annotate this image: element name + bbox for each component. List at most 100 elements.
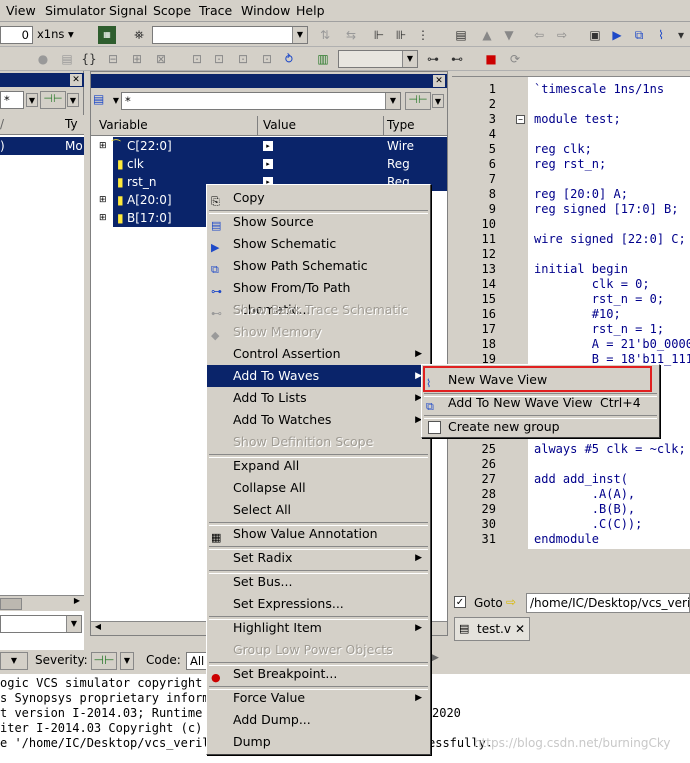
forward-icon[interactable]: ⇨: [553, 26, 571, 44]
menu-item-expand-all[interactable]: Expand All: [207, 455, 430, 477]
tab-test-v[interactable]: ▤ test.v ✕: [454, 617, 530, 641]
close-icon[interactable]: ✕: [70, 74, 82, 86]
chevron-down-icon[interactable]: ▼: [26, 93, 38, 107]
trace-icon[interactable]: ⋮: [414, 26, 432, 44]
variable-filter-input[interactable]: * ▼: [121, 92, 401, 110]
horizontal-scrollbar[interactable]: ▶: [0, 595, 84, 611]
col-variable[interactable]: Variable: [99, 118, 148, 132]
run-icon[interactable]: ▤: [58, 50, 76, 68]
remove-signal-icon[interactable]: ⊷: [448, 50, 466, 68]
menu-signal[interactable]: Signal: [109, 3, 147, 18]
menu-item-dump[interactable]: Dump: [207, 731, 430, 753]
next4-icon[interactable]: ⊡: [258, 50, 276, 68]
step-back-icon[interactable]: ⇆: [342, 26, 360, 44]
table-row[interactable]: ⊞ ▮ B[17:0]: [99, 209, 209, 227]
stop-icon[interactable]: ●: [34, 50, 52, 68]
table-row[interactable]: ⊞ ⏜ C[22:0] ▸ Wire: [99, 137, 447, 155]
chevron-left-icon[interactable]: ◀: [91, 622, 105, 635]
menu-item-set-radix[interactable]: Set Radix ▶: [207, 547, 430, 569]
scope-icon[interactable]: ▦: [98, 26, 116, 44]
menu-item-collapse-all[interactable]: Collapse All: [207, 477, 430, 499]
menu-item-copy[interactable]: ⎘ Copy: [207, 187, 430, 209]
step-out-icon[interactable]: ⊠: [152, 50, 170, 68]
filter-type-icon[interactable]: ⊣⊢: [40, 91, 66, 109]
menu-item-force-value[interactable]: Force Value ▶: [207, 687, 430, 709]
menu-item-add-dump[interactable]: Add Dump...: [207, 709, 430, 731]
chevron-down-icon[interactable]: ▼: [111, 94, 121, 108]
submenu-item-add-to-new-wave-view[interactable]: ⧉ Add To New Wave View Ctrl+4: [422, 392, 659, 414]
time-value-field[interactable]: 0: [0, 26, 33, 44]
add-signal-icon[interactable]: ⊶: [424, 50, 442, 68]
menu-scope[interactable]: Scope: [153, 3, 191, 18]
step-icon[interactable]: ⇅: [316, 26, 334, 44]
severity-filter-icon[interactable]: ⊣⊢: [91, 652, 117, 670]
down-icon[interactable]: ▼: [500, 26, 518, 44]
time-unit-select[interactable]: x1ns ▾: [34, 26, 80, 44]
menu-item-show-path-schematic[interactable]: ⧉ Show Path Schematic: [207, 255, 430, 277]
menu-view[interactable]: View: [6, 3, 36, 18]
chevron-down-icon[interactable]: ▼: [120, 652, 134, 670]
menu-item-set-bus[interactable]: Set Bus...: [207, 571, 430, 593]
search-combo[interactable]: ▼: [152, 26, 308, 44]
menu-simulator[interactable]: Simulator: [45, 3, 105, 18]
col-value[interactable]: Value: [263, 118, 296, 132]
next3-icon[interactable]: ⊡: [234, 50, 252, 68]
filter-type-icon[interactable]: ⊣⊢: [405, 92, 431, 110]
menu-item-set-expressions[interactable]: Set Expressions...: [207, 593, 430, 615]
tree-row-test[interactable]: ) Mo: [0, 137, 84, 155]
chevron-down-icon[interactable]: ▼: [432, 94, 444, 108]
instance-combo[interactable]: ▼: [338, 50, 418, 68]
menu-item-show-source[interactable]: ▤ Show Source: [207, 211, 430, 233]
table-row[interactable]: ⊞ ▮ A[20:0]: [99, 191, 209, 209]
menu-item-set-breakpoint[interactable]: ● Set Breakpoint...: [207, 663, 430, 685]
chevron-right-icon[interactable]: ▶: [70, 596, 84, 611]
driver-icon[interactable]: ⊩: [370, 26, 388, 44]
menu-item-add-to-lists[interactable]: Add To Lists ▶: [207, 387, 430, 409]
hierarchy-bottom-combo[interactable]: ▼: [0, 615, 82, 633]
up-icon[interactable]: ▲: [478, 26, 496, 44]
wave-view-icon[interactable]: ⌇: [652, 26, 670, 44]
path-view-icon[interactable]: ⧉: [630, 26, 648, 44]
more-icon[interactable]: ▾: [672, 26, 690, 44]
binoculars-icon[interactable]: ⛯: [130, 26, 148, 44]
table-row[interactable]: ▮ clk ▸ Reg: [113, 155, 447, 173]
close-icon[interactable]: ✕: [515, 622, 525, 636]
hierarchy-filter[interactable]: *: [0, 91, 24, 109]
brace-icon[interactable]: {}: [80, 50, 98, 68]
menu-window[interactable]: Window: [241, 3, 290, 18]
code-filter[interactable]: All: [186, 652, 208, 670]
menu-item-highlight-item[interactable]: Highlight Item ▶: [207, 617, 430, 639]
chevron-right-icon[interactable]: ▶: [432, 653, 442, 669]
arrow-right-icon[interactable]: ⇨: [506, 595, 516, 609]
goto-checkbox[interactable]: ✓: [454, 596, 466, 608]
menu-help[interactable]: Help: [296, 3, 325, 18]
menu-trace[interactable]: Trace: [199, 3, 232, 18]
group-checkbox[interactable]: [428, 421, 441, 434]
menu-item-show-value-annotation[interactable]: ▦ Show Value Annotation: [207, 523, 430, 545]
step-over-icon[interactable]: ⊞: [128, 50, 146, 68]
col-type[interactable]: Type: [387, 118, 415, 132]
next2-icon[interactable]: ⊡: [210, 50, 228, 68]
schematic-view-icon[interactable]: ▶: [608, 26, 626, 44]
back-icon[interactable]: ⇦: [530, 26, 548, 44]
fold-icon[interactable]: −: [516, 115, 525, 124]
source-code-view[interactable]: `timescale 1ns/1ns module test; reg clk;…: [528, 77, 690, 549]
list-icon[interactable]: ▤: [452, 26, 470, 44]
menu-item-show-from-to-path[interactable]: ⊶ Show From/To Path Schematic...: [207, 277, 430, 317]
refresh-icon[interactable]: ⟳: [506, 50, 524, 68]
goto-label[interactable]: Goto: [474, 596, 503, 610]
submenu-item-create-new-group[interactable]: Create new group: [422, 416, 659, 438]
variable-list-icon[interactable]: ▤: [93, 92, 111, 110]
close-icon[interactable]: ✕: [433, 75, 445, 87]
menu-item-show-schematic[interactable]: ▶ Show Schematic: [207, 233, 430, 255]
next-icon[interactable]: ⊡: [188, 50, 206, 68]
load-icon[interactable]: ⊪: [392, 26, 410, 44]
source-path-field[interactable]: /home/IC/Desktop/vcs_verilo: [526, 593, 690, 613]
menu-item-select-all[interactable]: Select All: [207, 499, 430, 521]
menu-item-add-to-waves[interactable]: Add To Waves ▶: [207, 365, 430, 387]
menu-item-add-to-watches[interactable]: Add To Watches ▶: [207, 409, 430, 431]
restart-icon[interactable]: ⥁: [280, 50, 298, 68]
submenu-item-new-wave-view[interactable]: ⌇ New Wave View: [422, 369, 659, 391]
breakpoint-toolbar-icon[interactable]: ■: [482, 50, 500, 68]
chevron-down-icon[interactable]: ▼: [67, 93, 79, 107]
